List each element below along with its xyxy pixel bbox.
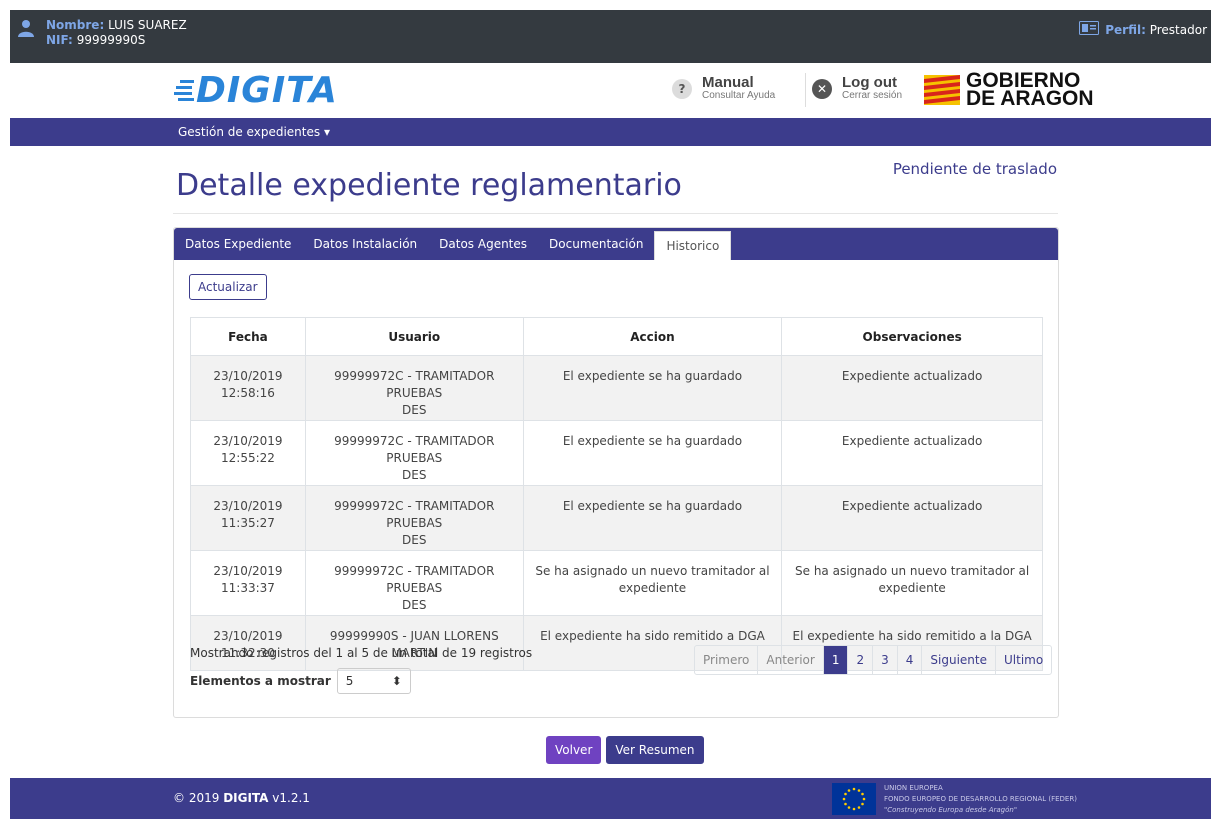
tab-documentacion[interactable]: Documentación xyxy=(538,228,654,260)
tab-datos-instalacion[interactable]: Datos Instalación xyxy=(302,228,428,260)
col-fecha[interactable]: Fecha xyxy=(190,317,306,356)
page-next[interactable]: Siguiente xyxy=(921,646,995,674)
col-accion[interactable]: Accion xyxy=(522,317,783,356)
action-buttons: Volver Ver Resumen xyxy=(546,736,704,764)
cell-fecha: 23/10/2019 11:33:37 xyxy=(190,550,306,616)
table-row: 23/10/2019 12:55:22 99999972C - TRAMITADO… xyxy=(190,420,1043,486)
eu-funding-logo: UNION EUROPEA FONDO EUROPEO DE DESARROLL… xyxy=(832,783,1077,816)
table-row: 23/10/2019 11:35:27 99999972C - TRAMITADO… xyxy=(190,485,1043,551)
gobierno-aragon-logo: GOBIERNO DE ARAGON xyxy=(924,70,1094,110)
page-title: Detalle expediente reglamentario xyxy=(176,168,682,203)
eu-flag-icon xyxy=(832,783,876,815)
main-navbar: Gestión de expedientes ▾ xyxy=(10,118,1211,146)
pagination: Primero Anterior 1 2 3 4 Siguiente Ultim… xyxy=(694,645,1053,675)
nif-label: NIF: xyxy=(46,33,73,47)
name-label: Nombre: xyxy=(46,18,105,32)
cell-usuario: 99999972C - TRAMITADOR PRUEBAS DES xyxy=(304,485,524,551)
cell-accion: El expediente se ha guardado xyxy=(522,420,783,486)
cell-usuario: 99999972C - TRAMITADOR PRUEBAS DES xyxy=(304,355,524,421)
cell-observaciones: Expediente actualizado xyxy=(781,485,1043,551)
user-name: LUIS SUAREZ xyxy=(108,18,187,32)
refresh-button[interactable]: Actualizar xyxy=(189,274,267,300)
cell-fecha: 23/10/2019 12:55:22 xyxy=(190,420,306,486)
profile-value: Prestador xyxy=(1149,22,1207,37)
logout-subtitle: Cerrar sesión xyxy=(842,90,903,101)
copyright: © 2019 DIGITA v1.2.1 xyxy=(173,791,310,805)
page-last[interactable]: Ultimo xyxy=(995,646,1051,674)
status-label: Pendiente de traslado xyxy=(892,160,1057,178)
select-arrows-icon: ⬍ xyxy=(391,674,402,688)
footer: © 2019 DIGITA v1.2.1 UNION EUROPEA FONDO… xyxy=(10,778,1211,819)
header-divider xyxy=(805,73,806,107)
cell-observaciones: Expediente actualizado xyxy=(781,420,1043,486)
caret-down-icon: ▾ xyxy=(323,125,330,139)
page-prev[interactable]: Anterior xyxy=(757,646,822,674)
app-frame: Nombre: LUIS SUAREZ NIF: 99999990S Perfi… xyxy=(10,10,1211,819)
nav-gestion-expedientes[interactable]: Gestión de expedientes ▾ xyxy=(178,125,330,139)
cell-fecha: 23/10/2019 11:35:27 xyxy=(190,485,306,551)
detail-card: Datos Expediente Datos Instalación Datos… xyxy=(173,227,1059,718)
table-header-row: Fecha Usuario Accion Observaciones xyxy=(190,317,1043,356)
tab-datos-agentes[interactable]: Datos Agentes xyxy=(428,228,538,260)
cell-accion: El expediente se ha guardado xyxy=(522,355,783,421)
close-icon: ✕ xyxy=(812,79,832,99)
col-usuario[interactable]: Usuario xyxy=(304,317,524,356)
user-nif: 99999990S xyxy=(76,33,146,47)
cell-fecha: 23/10/2019 11:32:30 xyxy=(190,615,306,671)
table-row: 23/10/2019 12:58:16 99999972C - TRAMITADO… xyxy=(190,355,1043,421)
page-1[interactable]: 1 xyxy=(822,646,848,674)
cell-accion: El expediente se ha guardado xyxy=(522,485,783,551)
cell-accion: Se ha asignado un nuevo tramitador al exp… xyxy=(522,550,783,616)
tab-bar: Datos Expediente Datos Instalación Datos… xyxy=(174,228,1058,260)
manual-link[interactable]: ? Manual Consultar Ayuda xyxy=(672,74,776,102)
id-card-icon xyxy=(1079,21,1100,38)
cell-observaciones: Se ha asignado un nuevo tramitador al exp… xyxy=(781,550,1043,616)
logo-text: DIGITA xyxy=(196,70,338,111)
nav-menu-label: Gestión de expedientes xyxy=(178,125,321,139)
page-size-select[interactable]: 5 ⬍ xyxy=(336,668,411,694)
page-3[interactable]: 3 xyxy=(872,646,897,674)
eu-funding-text: UNION EUROPEA FONDO EUROPEO DE DESARROLL… xyxy=(884,784,1077,814)
title-row: Detalle expediente reglamentario Pendien… xyxy=(10,146,1211,236)
page-size-value: 5 xyxy=(345,674,354,688)
cell-fecha: 23/10/2019 12:58:16 xyxy=(190,355,306,421)
back-button[interactable]: Volver xyxy=(546,736,602,764)
gov-line-2: DE ARAGON xyxy=(966,87,1094,110)
view-summary-button[interactable]: Ver Resumen xyxy=(606,736,704,764)
user-info: Nombre: LUIS SUAREZ NIF: 99999990S xyxy=(46,18,187,48)
user-icon xyxy=(17,19,35,40)
cell-usuario: 99999990S - JUAN LLORENS MARTIN xyxy=(304,615,524,671)
page-4[interactable]: 4 xyxy=(896,646,922,674)
page-size-label: Elementos a mostrar xyxy=(190,674,331,688)
page-size-control: Elementos a mostrar 5 ⬍ xyxy=(190,668,411,694)
header: DIGITA ? Manual Consultar Ayuda ✕ Log ou… xyxy=(10,63,1211,118)
pagination-info: Mostrando registros del 1 al 5 de un tot… xyxy=(190,646,533,660)
logo-stripes-icon xyxy=(174,80,194,101)
profile-label: Perfil: xyxy=(1105,22,1146,37)
top-bar: Nombre: LUIS SUAREZ NIF: 99999990S Perfi… xyxy=(10,10,1211,63)
history-table: Fecha Usuario Accion Observaciones 23/10… xyxy=(190,317,1043,671)
profile-selector[interactable]: Perfil: Prestador xyxy=(1079,21,1207,38)
manual-title: Manual xyxy=(702,74,754,91)
aragon-flag-icon xyxy=(924,75,960,105)
title-divider xyxy=(173,213,1058,214)
cell-usuario: 99999972C - TRAMITADOR PRUEBAS DES xyxy=(304,550,524,616)
col-observaciones[interactable]: Observaciones xyxy=(781,317,1043,356)
tab-historico[interactable]: Historico xyxy=(654,231,732,260)
digita-logo[interactable]: DIGITA xyxy=(174,73,338,109)
cell-observaciones: Expediente actualizado xyxy=(781,355,1043,421)
page-first[interactable]: Primero xyxy=(695,646,757,674)
page-2[interactable]: 2 xyxy=(847,646,872,674)
manual-subtitle: Consultar Ayuda xyxy=(702,90,776,101)
cell-usuario: 99999972C - TRAMITADOR PRUEBAS DES xyxy=(304,420,524,486)
logout-title: Log out xyxy=(842,74,897,91)
table-row: 23/10/2019 11:33:37 99999972C - TRAMITADO… xyxy=(190,550,1043,616)
logout-link[interactable]: ✕ Log out Cerrar sesión xyxy=(812,74,903,102)
tab-datos-expediente[interactable]: Datos Expediente xyxy=(174,228,302,260)
help-icon: ? xyxy=(672,79,692,99)
